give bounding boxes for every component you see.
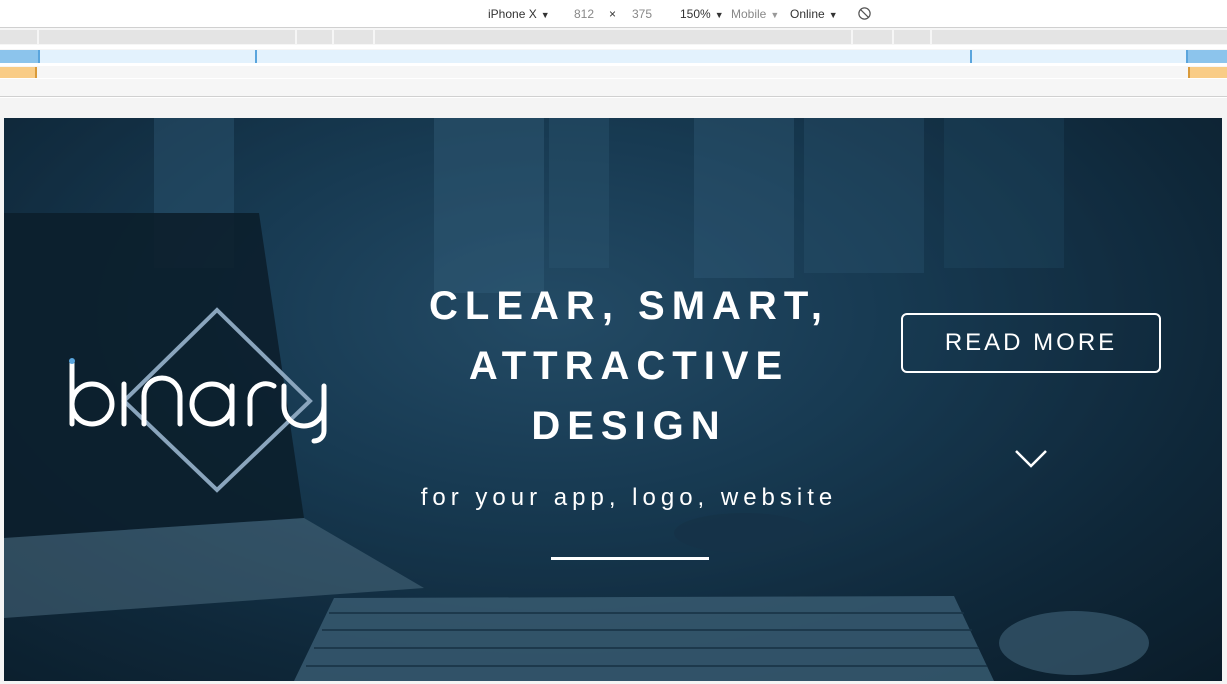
media-query-divider: [255, 50, 257, 63]
media-query-segment[interactable]: [0, 30, 37, 44]
device-toolbar: iPhone X ▼ 812 × 375 150% ▼ Mobile ▼ Online…: [0, 0, 1227, 28]
headline-line-2: ATTRACTIVE: [468, 344, 790, 388]
media-query-segment[interactable]: [40, 50, 1186, 63]
logo-diamond-icon: [69, 307, 327, 493]
media-query-segment[interactable]: [375, 30, 851, 44]
mode-value: Mobile: [731, 7, 767, 21]
dimension-separator: ×: [609, 7, 617, 21]
media-query-segment[interactable]: [932, 30, 1227, 44]
media-query-segment[interactable]: [334, 30, 373, 44]
media-query-bar-gray: [0, 28, 1227, 45]
media-query-segment[interactable]: [0, 50, 38, 63]
network-select[interactable]: Online ▼: [790, 7, 838, 21]
media-query-segment[interactable]: [1188, 50, 1227, 63]
media-query-bar-blue: [0, 49, 1227, 63]
network-caret-icon: ▼: [828, 10, 838, 20]
zoom-value: 150%: [680, 7, 711, 21]
rotate-icon[interactable]: [857, 6, 872, 21]
media-query-divider: [970, 50, 972, 63]
read-more-button[interactable]: READ MORE: [901, 313, 1161, 373]
media-query-segment[interactable]: [39, 30, 295, 44]
zoom-select[interactable]: 150% ▼: [680, 7, 724, 21]
width-input[interactable]: 812: [574, 7, 594, 21]
headline-divider: [551, 557, 709, 560]
hero-tagline: for your app, logo, website: [420, 484, 838, 511]
media-query-segment[interactable]: [894, 30, 930, 44]
media-query-segment[interactable]: [1190, 67, 1227, 78]
mode-caret-icon: ▼: [770, 10, 780, 20]
headline-line-1: CLEAR, SMART,: [429, 284, 829, 328]
zoom-caret-icon: ▼: [714, 10, 724, 20]
device-name: iPhone X: [488, 7, 537, 21]
headline-line-3: DESIGN: [531, 404, 727, 448]
media-query-segment[interactable]: [297, 30, 332, 44]
media-query-segment[interactable]: [853, 30, 892, 44]
hero-headline: CLEAR, SMART, ATTRACTIVE DESIGN: [334, 276, 924, 456]
network-value: Online: [790, 7, 825, 21]
ruler-spacer: [0, 79, 1227, 97]
binary-logo: [62, 306, 372, 501]
device-select[interactable]: iPhone X ▼: [488, 7, 550, 21]
hero-section: CLEAR, SMART, ATTRACTIVE DESIGN for your…: [4, 118, 1222, 681]
height-input[interactable]: 375: [632, 7, 652, 21]
chevron-down-icon[interactable]: [1014, 448, 1048, 470]
media-query-segment[interactable]: [0, 67, 35, 78]
media-query-bar-orange: [0, 66, 1227, 78]
device-caret-icon: ▼: [540, 10, 550, 20]
mode-select[interactable]: Mobile ▼: [731, 7, 779, 21]
media-query-divider: [35, 67, 37, 78]
